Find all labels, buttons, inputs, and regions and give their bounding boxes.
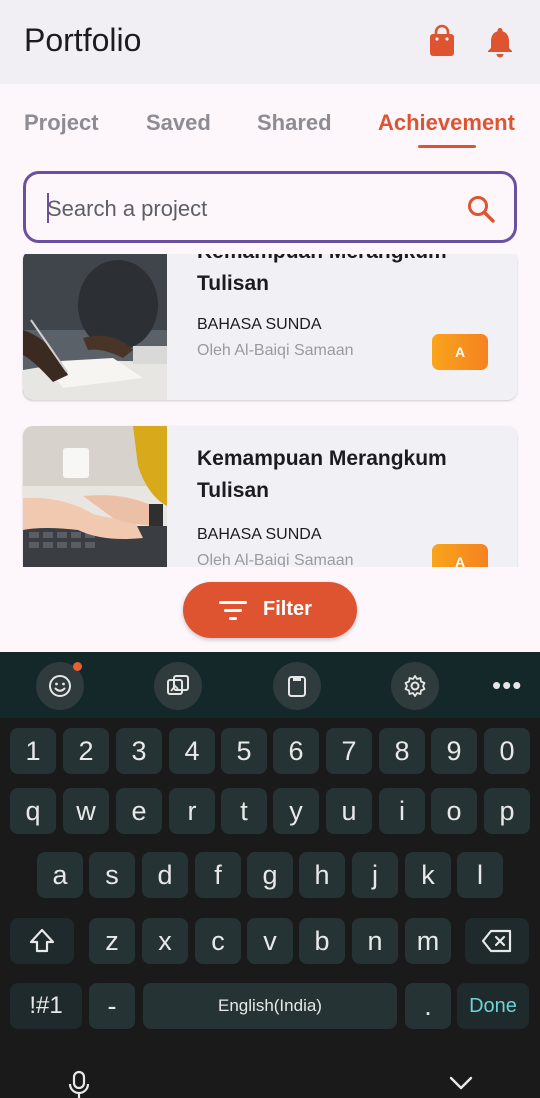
achievement-list: Kemampuan Merangkum Tulisan BAHASA SUNDA… [0, 254, 540, 567]
key-d[interactable]: d [142, 852, 188, 898]
card-thumbnail [23, 254, 167, 400]
key-w[interactable]: w [63, 788, 109, 834]
filter-icon [219, 601, 247, 620]
key-k[interactable]: k [405, 852, 451, 898]
soft-keyboard: ••• 1 2 3 4 5 6 7 8 9 0 q w e r t y u i … [0, 652, 540, 1098]
key-p[interactable]: p [484, 788, 530, 834]
tab-project[interactable]: Project [24, 110, 99, 136]
tab-shared[interactable]: Shared [257, 110, 332, 136]
chevron-down-icon[interactable] [448, 1074, 474, 1092]
card-author: Oleh Al-Baiqi Samaan [197, 342, 354, 359]
symbols-key[interactable]: !#1 [10, 983, 82, 1029]
key-b[interactable]: b [299, 918, 345, 964]
done-key[interactable]: Done [457, 983, 529, 1029]
key-j[interactable]: j [352, 852, 398, 898]
key-9[interactable]: 9 [431, 728, 477, 774]
key-2[interactable]: 2 [63, 728, 109, 774]
card-subject: BAHASA SUNDA [197, 316, 322, 333]
active-tab-indicator [418, 145, 476, 148]
key-o[interactable]: o [431, 788, 477, 834]
clipboard-icon[interactable] [273, 662, 321, 710]
tab-achievement[interactable]: Achievement [378, 110, 515, 136]
tab-saved[interactable]: Saved [146, 110, 211, 136]
key-h[interactable]: h [299, 852, 345, 898]
key-c[interactable]: c [195, 918, 241, 964]
search-input[interactable]: Search a project [23, 171, 517, 243]
key-x[interactable]: x [142, 918, 188, 964]
more-icon[interactable]: ••• [492, 670, 522, 701]
key-4[interactable]: 4 [169, 728, 215, 774]
key-q[interactable]: q [10, 788, 56, 834]
key-5[interactable]: 5 [221, 728, 267, 774]
key-z[interactable]: z [89, 918, 135, 964]
key-0[interactable]: 0 [484, 728, 530, 774]
app-bar: Portfolio [0, 0, 540, 84]
key-3[interactable]: 3 [116, 728, 162, 774]
project-card[interactable]: Kemampuan Merangkum Tulisan BAHASA SUNDA… [23, 254, 517, 400]
image-translate-icon[interactable] [154, 662, 202, 710]
project-card[interactable]: Kemampuan Merangkum Tulisan BAHASA SUNDA… [23, 426, 517, 567]
key-t[interactable]: t [221, 788, 267, 834]
shift-key[interactable] [10, 918, 74, 964]
key-a[interactable]: a [37, 852, 83, 898]
shift-icon [29, 928, 55, 953]
grade-badge: A [432, 544, 488, 567]
keyboard-toolbar: ••• [0, 652, 540, 718]
card-thumbnail [23, 426, 167, 567]
card-title: Tulisan [197, 272, 269, 295]
card-title: Kemampuan Merangkum Tulisan [197, 447, 447, 502]
key-s[interactable]: s [89, 852, 135, 898]
search-icon[interactable] [466, 194, 496, 224]
key-l[interactable]: l [457, 852, 503, 898]
filter-label: Filter [263, 598, 312, 620]
key-n[interactable]: n [352, 918, 398, 964]
card-author: Oleh Al-Baiqi Samaan [197, 552, 354, 567]
key-i[interactable]: i [379, 788, 425, 834]
notification-dot [73, 662, 82, 671]
settings-icon[interactable] [391, 662, 439, 710]
filter-button[interactable]: Filter [183, 582, 357, 638]
key-v[interactable]: v [247, 918, 293, 964]
key-u[interactable]: u [326, 788, 372, 834]
key-m[interactable]: m [405, 918, 451, 964]
card-title-partial: Kemampuan Merangkum [197, 254, 497, 268]
space-key[interactable]: English(India) [143, 983, 397, 1029]
key-e[interactable]: e [116, 788, 162, 834]
key-1[interactable]: 1 [10, 728, 56, 774]
key-7[interactable]: 7 [326, 728, 372, 774]
backspace-icon [481, 929, 512, 953]
tab-bar: Project Saved Shared Achievement [0, 84, 540, 164]
period-key[interactable]: . [405, 983, 451, 1029]
notification-bell-icon[interactable] [484, 24, 516, 58]
key-y[interactable]: y [273, 788, 319, 834]
grade-badge: A [432, 334, 488, 370]
page-title: Portfolio [24, 22, 142, 58]
key-g[interactable]: g [247, 852, 293, 898]
key-r[interactable]: r [169, 788, 215, 834]
microphone-icon[interactable] [68, 1070, 90, 1098]
key-8[interactable]: 8 [379, 728, 425, 774]
dash-key[interactable]: - [89, 983, 135, 1029]
search-placeholder: Search a project [47, 196, 208, 221]
card-subject: BAHASA SUNDA [197, 526, 322, 543]
backspace-key[interactable] [465, 918, 529, 964]
shopping-bag-icon[interactable] [426, 24, 458, 58]
key-6[interactable]: 6 [273, 728, 319, 774]
key-f[interactable]: f [195, 852, 241, 898]
